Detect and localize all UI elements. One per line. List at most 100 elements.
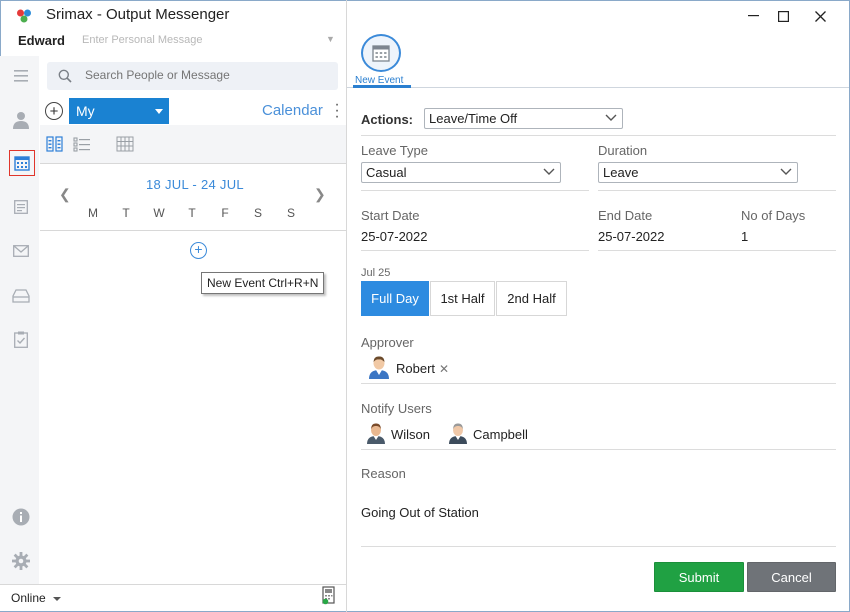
notify-user-name: Campbell [473, 427, 528, 442]
no-of-days-value: 1 [741, 229, 749, 244]
contacts-icon[interactable] [10, 109, 32, 131]
chevron-left-icon[interactable]: ❮ [59, 186, 71, 203]
weekday-label: S [286, 206, 295, 220]
weekday-label: F [221, 206, 229, 220]
cancel-button[interactable]: Cancel [747, 562, 836, 592]
divider [598, 190, 836, 191]
search-box[interactable] [47, 62, 338, 90]
settings-icon[interactable] [10, 550, 32, 572]
week-range: 18 JUL - 24 JUL [146, 177, 244, 192]
reason-label: Reason [361, 466, 406, 481]
duration-label: Duration [598, 143, 648, 158]
chevron-right-icon[interactable]: ❯ [314, 186, 326, 203]
caret-down-icon[interactable] [53, 597, 61, 601]
app-logo-icon [17, 9, 31, 23]
start-date-label: Start Date [361, 208, 420, 223]
chevron-down-icon [605, 114, 617, 121]
weekday-label: T [122, 206, 130, 220]
divider [361, 546, 836, 547]
actions-label: Actions: [361, 112, 413, 127]
second-half-button[interactable]: 2nd Half [496, 281, 567, 316]
no-of-days-label: No of Days [741, 208, 806, 223]
calendar-icon [361, 34, 401, 72]
plus-icon: + [49, 102, 59, 120]
add-calendar-button[interactable]: + [45, 102, 63, 120]
month-view-icon[interactable] [116, 136, 134, 152]
approver-name: Robert [396, 361, 436, 376]
remove-approver-icon[interactable]: ✕ [439, 362, 449, 376]
chevron-down-icon[interactable]: ▼ [326, 34, 335, 44]
device-status-icon[interactable] [322, 586, 336, 605]
chevron-down-icon [543, 168, 555, 175]
divider [361, 135, 836, 136]
notify-users-label: Notify Users [361, 401, 432, 416]
notes-icon[interactable] [10, 196, 32, 218]
divider [361, 383, 836, 384]
first-half-button[interactable]: 1st Half [430, 281, 495, 316]
personal-message-input[interactable]: Enter Personal Message [82, 34, 202, 46]
info-icon[interactable] [10, 506, 32, 528]
notify-user-name: Wilson [391, 427, 431, 442]
day-label: Jul 25 [361, 267, 391, 279]
calendar-scope-value: My [76, 103, 95, 119]
calendar-icon[interactable] [9, 150, 35, 176]
menu-icon[interactable] [10, 65, 32, 87]
maximize-icon[interactable] [773, 6, 793, 26]
calendar-view-toolbar [40, 125, 346, 163]
sidebar-rail [0, 56, 39, 586]
divider [40, 163, 346, 164]
app-title: Srimax - Output Messenger [46, 6, 230, 23]
add-event-button[interactable]: + [190, 242, 207, 259]
leave-type-label: Leave Type [361, 143, 428, 158]
search-icon [58, 69, 72, 83]
duration-select[interactable]: Leave [598, 162, 798, 183]
divider [598, 250, 836, 251]
divider [361, 449, 836, 450]
full-day-button[interactable]: Full Day [361, 281, 429, 316]
weekday-label: W [153, 206, 165, 220]
tasks-icon[interactable] [10, 328, 32, 350]
list-view-icon[interactable] [73, 136, 91, 152]
approver-label: Approver [361, 335, 414, 350]
left-pane: Srimax - Output Messenger Edward Enter P… [0, 0, 347, 612]
reason-field[interactable]: Going Out of Station [361, 505, 479, 520]
calendar-heading: Calendar [262, 102, 323, 119]
user-status-row: Edward Enter Personal Message ▼ [0, 30, 346, 52]
tab-new-event[interactable]: New Event [353, 32, 411, 88]
leave-type-select[interactable]: Casual [361, 162, 561, 183]
duration-value: Leave [603, 165, 639, 180]
event-tab-bar: New Event [347, 30, 849, 88]
start-date-field[interactable]: 25-07-2022 [361, 229, 428, 244]
search-input[interactable] [85, 68, 325, 82]
leave-type-value: Casual [366, 165, 407, 180]
divider [40, 230, 346, 231]
tab-new-event-label: New Event [355, 75, 404, 86]
end-date-label: End Date [598, 208, 653, 223]
weekday-label: S [253, 206, 262, 220]
new-event-tooltip: New Event Ctrl+R+N [201, 272, 325, 294]
actions-value: Leave/Time Off [429, 111, 518, 126]
week-view-icon[interactable] [46, 136, 64, 152]
submit-button[interactable]: Submit [654, 562, 744, 592]
weekday-label: T [188, 206, 196, 220]
close-icon[interactable] [810, 6, 830, 26]
divider [361, 190, 589, 191]
calendar-scope-select[interactable]: My [69, 98, 169, 124]
drive-icon[interactable] [10, 285, 32, 307]
avatar [449, 423, 467, 444]
actions-select[interactable]: Leave/Time Off [424, 108, 623, 129]
weekday-label: M [88, 206, 98, 220]
mail-icon[interactable] [10, 240, 32, 262]
minimize-icon[interactable] [743, 6, 763, 26]
status-bar: Online [0, 584, 346, 611]
avatar [367, 423, 385, 444]
end-date-field[interactable]: 25-07-2022 [598, 229, 665, 244]
chevron-down-icon [780, 168, 792, 175]
title-bar: Srimax - Output Messenger [0, 0, 346, 30]
event-panel: New Event Actions: Leave/Time Off Leave … [347, 0, 849, 612]
presence-status[interactable]: Online [11, 591, 46, 605]
user-name[interactable]: Edward [18, 33, 65, 48]
divider [361, 250, 589, 251]
caret-down-icon [155, 109, 163, 114]
more-options-icon[interactable]: · · · [334, 97, 340, 125]
